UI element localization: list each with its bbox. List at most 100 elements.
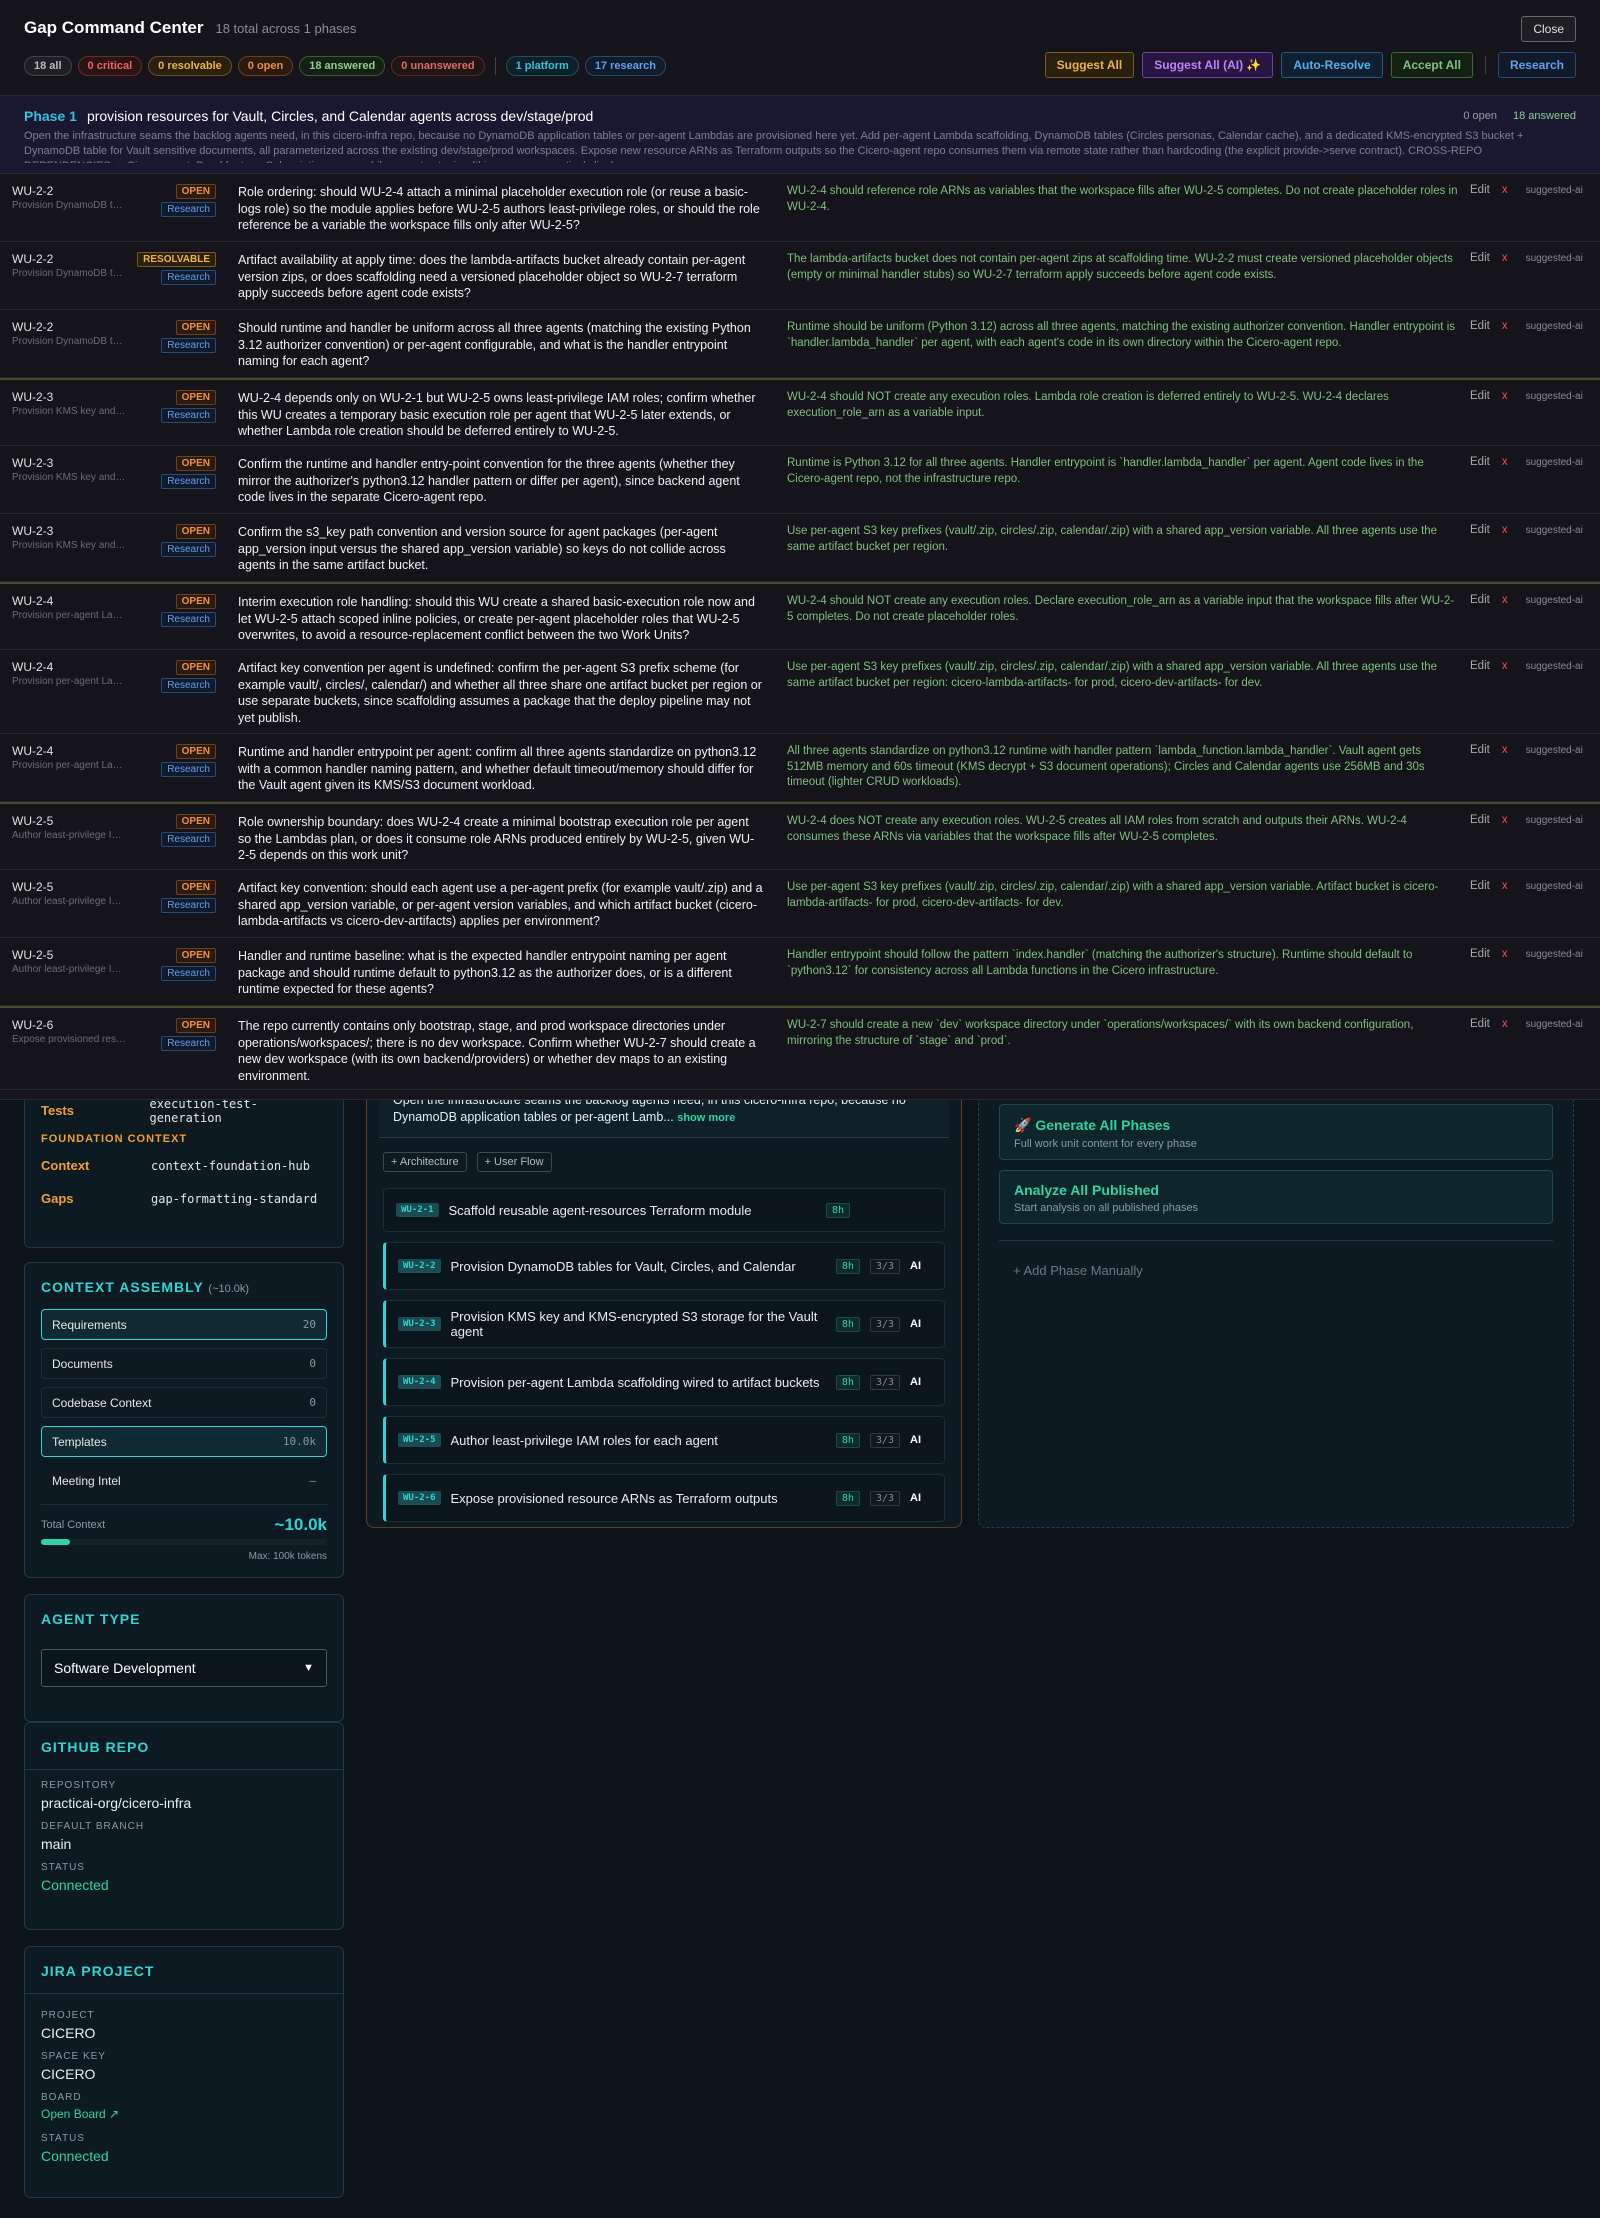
gap-row[interactable]: WU-2-3 Provision KMS key and KMS-encrypt…: [0, 446, 1600, 514]
work-unit-row[interactable]: WU-2-3 Provision KMS key and KMS-encrypt…: [383, 1300, 945, 1348]
research-tag[interactable]: Research: [161, 338, 216, 353]
add-architecture-button[interactable]: + Architecture: [383, 1152, 467, 1172]
research-tag[interactable]: Research: [161, 966, 216, 981]
gap-answer[interactable]: Use per-agent S3 key prefixes (vault/.zi…: [779, 650, 1470, 733]
gap-answer[interactable]: WU-2-4 should NOT create any execution r…: [779, 584, 1470, 649]
gap-row[interactable]: WU-2-3 Provision KMS key and KMS-encrypt…: [0, 514, 1600, 582]
research-tag[interactable]: Research: [161, 542, 216, 557]
gap-row[interactable]: WU-2-5 Author least-privilege IAM roles …: [0, 802, 1600, 870]
gap-answer[interactable]: WU-2-4 should reference role ARNs as var…: [779, 174, 1470, 241]
delete-icon[interactable]: x: [1502, 880, 1508, 937]
gap-row[interactable]: WU-2-2 Provision DynamoDB tables for Vau…: [0, 174, 1600, 242]
work-unit-row[interactable]: WU-2-1 Scaffold reusable agent-resources…: [383, 1188, 945, 1232]
context-item-requirements[interactable]: Requirements 20: [41, 1309, 327, 1340]
gap-answer[interactable]: Use per-agent S3 key prefixes (vault/.zi…: [779, 514, 1470, 581]
context-item-templates[interactable]: Templates 10.0k: [41, 1426, 327, 1457]
delete-icon[interactable]: x: [1502, 456, 1508, 513]
show-more-link[interactable]: show more: [677, 1112, 735, 1124]
edit-button[interactable]: Edit: [1470, 880, 1490, 937]
kv-row-gaps[interactable]: Gaps gap-formatting-standard: [25, 1182, 343, 1215]
edit-button[interactable]: Edit: [1470, 1018, 1490, 1089]
add-phase-manually-button[interactable]: + Add Phase Manually: [979, 1241, 1573, 1278]
edit-button[interactable]: Edit: [1470, 390, 1490, 445]
gap-answer[interactable]: Runtime should be uniform (Python 3.12) …: [779, 310, 1470, 377]
research-tag[interactable]: Research: [161, 612, 216, 627]
suggest-all-button[interactable]: Suggest All: [1044, 52, 1135, 78]
gap-answer[interactable]: WU-2-7 should create a new `dev` workspa…: [779, 1008, 1470, 1089]
delete-icon[interactable]: x: [1502, 660, 1508, 733]
research-tag[interactable]: Research: [161, 270, 216, 285]
edit-button[interactable]: Edit: [1470, 814, 1490, 869]
context-item-codebase[interactable]: Codebase Context 0: [41, 1387, 327, 1418]
gap-answer[interactable]: All three agents standardize on python3.…: [779, 734, 1470, 801]
delete-icon[interactable]: x: [1502, 390, 1508, 445]
edit-button[interactable]: Edit: [1470, 320, 1490, 377]
delete-icon[interactable]: x: [1502, 184, 1508, 241]
context-item-documents[interactable]: Documents 0: [41, 1348, 327, 1379]
research-tag[interactable]: Research: [161, 762, 216, 777]
filter-all[interactable]: 18 all: [24, 56, 72, 76]
delete-icon[interactable]: x: [1502, 744, 1508, 801]
gap-row[interactable]: WU-2-6 Expose provisioned resource ARNs …: [0, 1006, 1600, 1090]
research-tag[interactable]: Research: [161, 408, 216, 423]
edit-button[interactable]: Edit: [1470, 948, 1490, 1005]
gap-answer[interactable]: Runtime is Python 3.12 for all three age…: [779, 446, 1470, 513]
work-unit-row[interactable]: WU-2-2 Provision DynamoDB tables for Vau…: [383, 1242, 945, 1290]
agent-type-select[interactable]: Software Development ▼: [41, 1649, 327, 1687]
context-item-meeting-intel[interactable]: Meeting Intel –: [41, 1465, 327, 1496]
edit-button[interactable]: Edit: [1470, 744, 1490, 801]
edit-button[interactable]: Edit: [1470, 184, 1490, 241]
edit-button[interactable]: Edit: [1470, 252, 1490, 309]
filter-unanswered[interactable]: 0 unanswered: [391, 56, 485, 76]
delete-icon[interactable]: x: [1502, 594, 1508, 649]
delete-icon[interactable]: x: [1502, 320, 1508, 377]
gap-row[interactable]: WU-2-4 Provision per-agent Lambda scaffo…: [0, 582, 1600, 650]
analyze-all-published-button[interactable]: Analyze All Published Start analysis on …: [999, 1170, 1553, 1224]
filter-critical[interactable]: 0 critical: [77, 56, 143, 76]
close-button[interactable]: Close: [1521, 16, 1576, 42]
research-tag[interactable]: Research: [161, 898, 216, 913]
tag-platform[interactable]: 1 platform: [505, 56, 579, 76]
gap-row[interactable]: WU-2-2 Provision DynamoDB tables for Vau…: [0, 310, 1600, 378]
research-tag[interactable]: Research: [161, 832, 216, 847]
filter-open[interactable]: 0 open: [237, 56, 294, 76]
gap-answer[interactable]: Use per-agent S3 key prefixes (vault/.zi…: [779, 870, 1470, 937]
gap-answer[interactable]: WU-2-4 should NOT create any execution r…: [779, 380, 1470, 445]
edit-button[interactable]: Edit: [1470, 456, 1490, 513]
filter-resolvable[interactable]: 0 resolvable: [148, 56, 232, 76]
work-unit-row[interactable]: WU-2-4 Provision per-agent Lambda scaffo…: [383, 1358, 945, 1406]
gap-row[interactable]: WU-2-5 Author least-privilege IAM roles …: [0, 938, 1600, 1006]
delete-icon[interactable]: x: [1502, 252, 1508, 309]
research-tag[interactable]: Research: [161, 1036, 216, 1051]
delete-icon[interactable]: x: [1502, 814, 1508, 869]
delete-icon[interactable]: x: [1502, 948, 1508, 1005]
delete-icon[interactable]: x: [1502, 1018, 1508, 1089]
edit-button[interactable]: Edit: [1470, 594, 1490, 649]
work-unit-row[interactable]: WU-2-6 Expose provisioned resource ARNs …: [383, 1474, 945, 1522]
gap-row[interactable]: WU-2-5 Author least-privilege IAM roles …: [0, 870, 1600, 938]
research-tag[interactable]: Research: [161, 474, 216, 489]
research-tag[interactable]: Research: [161, 202, 216, 217]
gap-row[interactable]: WU-2-3 Provision KMS key and KMS-encrypt…: [0, 378, 1600, 446]
suggest-all-ai-button[interactable]: Suggest All (AI) ✨: [1142, 52, 1274, 78]
accept-all-button[interactable]: Accept All: [1390, 52, 1473, 78]
delete-icon[interactable]: x: [1502, 524, 1508, 581]
filter-answered[interactable]: 18 answered: [299, 56, 386, 76]
tag-research[interactable]: 17 research: [584, 56, 666, 76]
gap-answer[interactable]: WU-2-4 does NOT create any execution rol…: [779, 804, 1470, 869]
add-user-flow-button[interactable]: + User Flow: [476, 1152, 552, 1172]
work-unit-row[interactable]: WU-2-5 Author least-privilege IAM roles …: [383, 1416, 945, 1464]
research-tag[interactable]: Research: [161, 678, 216, 693]
edit-button[interactable]: Edit: [1470, 524, 1490, 581]
gap-answer[interactable]: The lambda-artifacts bucket does not con…: [779, 242, 1470, 309]
gap-row[interactable]: WU-2-4 Provision per-agent Lambda scaffo…: [0, 650, 1600, 734]
edit-button[interactable]: Edit: [1470, 660, 1490, 733]
gap-row[interactable]: WU-2-4 Provision per-agent Lambda scaffo…: [0, 734, 1600, 802]
open-board-link[interactable]: Open Board ↗: [25, 2103, 343, 2121]
auto-resolve-button[interactable]: Auto-Resolve: [1281, 52, 1383, 78]
gap-answer[interactable]: Handler entrypoint should follow the pat…: [779, 938, 1470, 1005]
kv-row-context[interactable]: Context context-foundation-hub: [25, 1149, 343, 1182]
research-button[interactable]: Research: [1497, 52, 1576, 78]
generate-all-phases-button[interactable]: 🚀 Generate All Phases Full work unit con…: [999, 1104, 1553, 1160]
gap-row[interactable]: WU-2-2 Provision DynamoDB tables for Vau…: [0, 242, 1600, 310]
